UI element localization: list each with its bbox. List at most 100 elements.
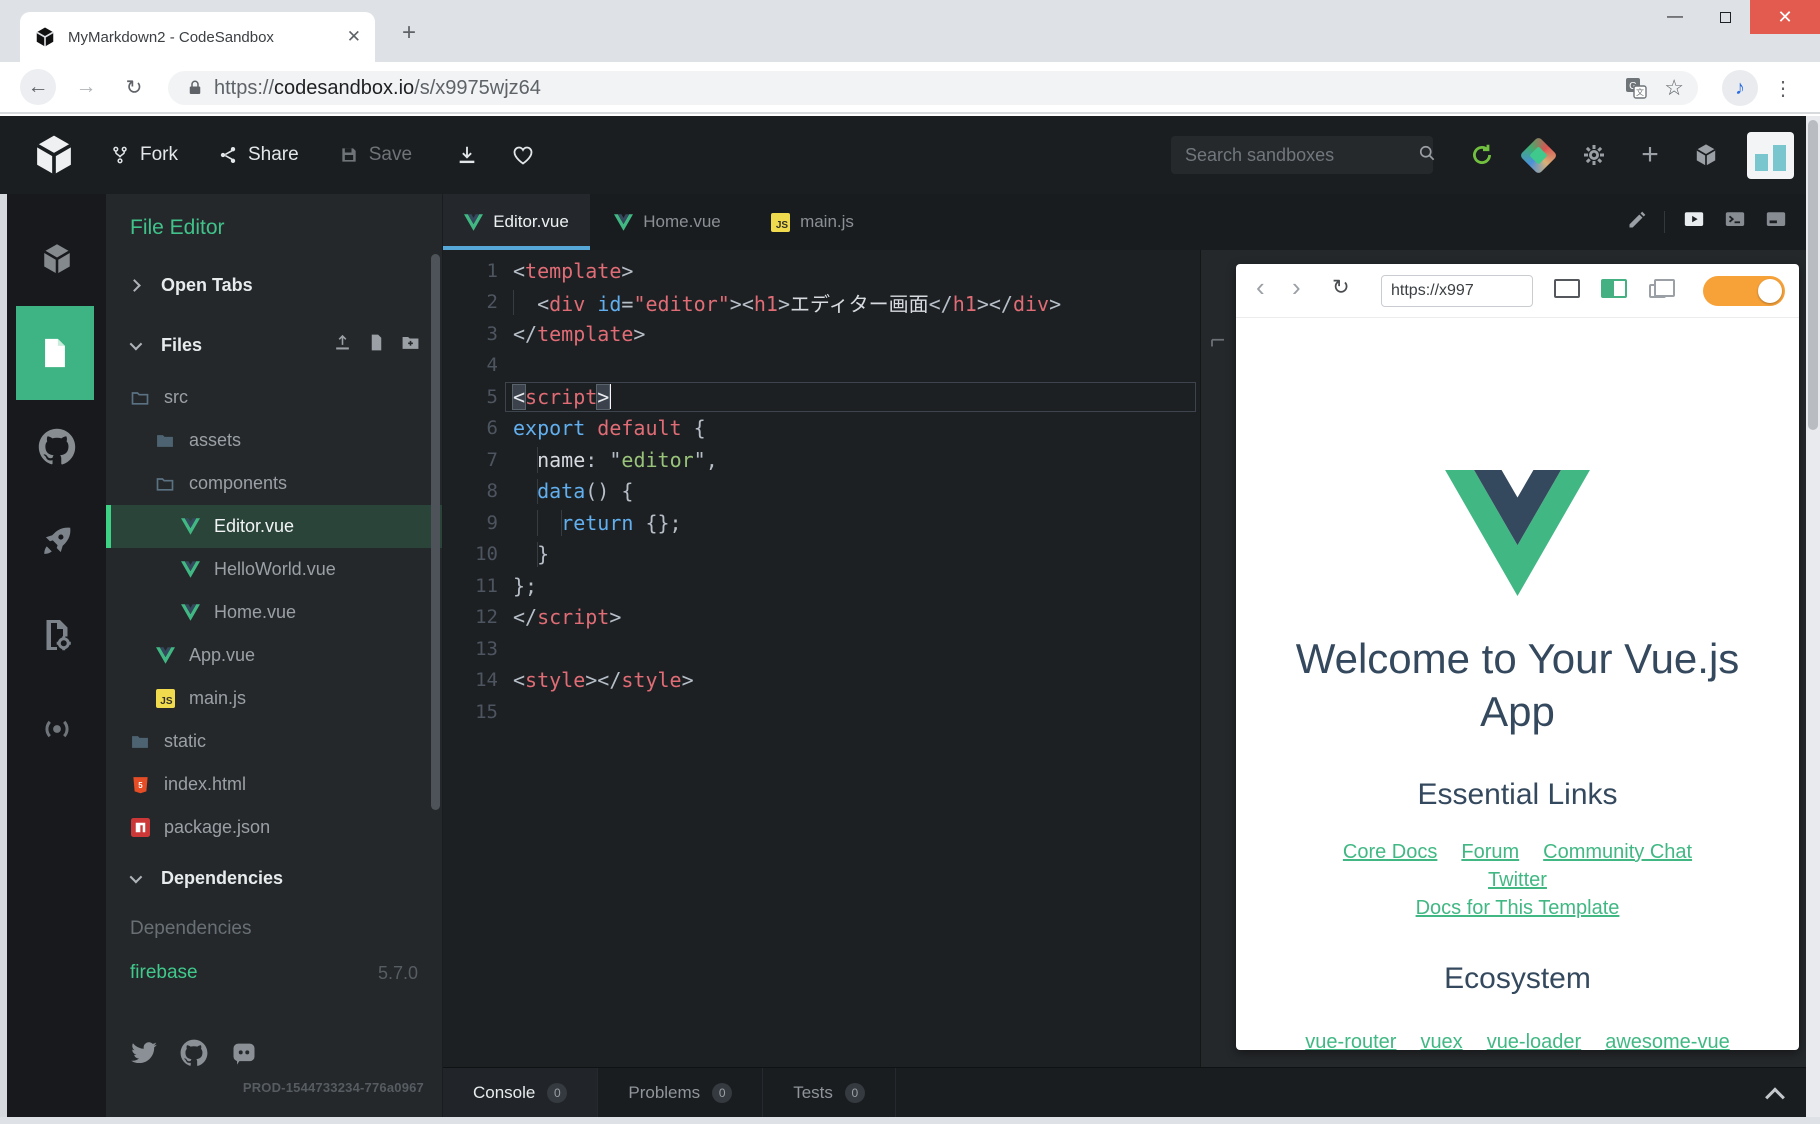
code-line-15[interactable]: 15 (443, 696, 1200, 728)
dock-corner-icon[interactable] (1209, 336, 1227, 354)
preview-link-Community Chat[interactable]: Community Chat (1543, 841, 1692, 863)
file-row-Editor.vue[interactable]: Editor.vue (106, 505, 442, 548)
prettify-pencil-icon[interactable] (1627, 210, 1647, 235)
preview-refresh-icon[interactable]: ↻ (1332, 275, 1350, 300)
github-icon[interactable] (180, 1039, 208, 1072)
bookmark-star-icon[interactable]: ☆ (1664, 75, 1684, 101)
upload-file-icon[interactable] (333, 333, 352, 357)
preview-splitview-icon[interactable] (1601, 279, 1627, 298)
statusbar-expand-chevron-icon[interactable] (1765, 1087, 1785, 1107)
settings-gear-icon[interactable] (1579, 140, 1609, 170)
statusbar-tab-tests[interactable]: Tests0 (763, 1068, 896, 1117)
window-minimize-button[interactable]: — (1650, 0, 1700, 34)
code-line-9[interactable]: 9 return {}; (443, 507, 1200, 539)
preview-forward-icon[interactable]: › (1292, 272, 1301, 303)
code-line-4[interactable]: 4 (443, 350, 1200, 382)
tab-close-icon[interactable]: ✕ (347, 27, 361, 47)
code-line-12[interactable]: 12</script> (443, 602, 1200, 634)
file-row-Home.vue[interactable]: Home.vue (106, 591, 442, 634)
rail-github-icon[interactable] (7, 400, 106, 494)
window-maximize-button[interactable] (1700, 0, 1750, 34)
twitter-icon[interactable] (130, 1039, 158, 1072)
statusbar-tab-console[interactable]: Console0 (443, 1068, 598, 1117)
user-avatar[interactable] (1747, 132, 1794, 179)
preview-link-vue-loader[interactable]: vue-loader (1487, 1031, 1582, 1050)
file-row-assets[interactable]: assets (106, 419, 442, 462)
code-line-8[interactable]: 8 data() { (443, 476, 1200, 508)
code-line-10[interactable]: 10 } (443, 539, 1200, 571)
browser-preview-toggle-icon[interactable] (1682, 209, 1706, 236)
code-line-5[interactable]: 5<script> (443, 381, 1200, 413)
new-folder-icon[interactable] (401, 333, 420, 357)
terminal-toggle-icon[interactable] (1723, 209, 1747, 236)
preview-link-awesome-vue[interactable]: awesome-vue (1605, 1031, 1730, 1050)
preview-link-vuex[interactable]: vuex (1420, 1031, 1462, 1050)
preview-url-input[interactable] (1381, 275, 1533, 307)
statusbar-tab-problems[interactable]: Problems0 (598, 1068, 763, 1117)
save-button[interactable]: Save (339, 144, 412, 166)
explorer-scrollbar[interactable] (431, 254, 440, 810)
extension-diamond-icon[interactable] (1523, 140, 1553, 170)
dependency-row-firebase[interactable]: firebase5.7.0 (106, 956, 442, 990)
refresh-icon[interactable] (1467, 140, 1497, 170)
file-row-HelloWorld.vue[interactable]: HelloWorld.vue (106, 548, 442, 591)
preview-link-Core Docs[interactable]: Core Docs (1343, 841, 1437, 863)
file-row-static[interactable]: static (106, 720, 442, 763)
share-button[interactable]: Share (218, 144, 299, 166)
page-scrollbar-thumb[interactable] (1808, 120, 1818, 430)
editor-tab-main.js[interactable]: JSmain.js (745, 194, 880, 250)
browser-menu-icon[interactable]: ⋮ (1768, 70, 1798, 106)
file-row-package.json[interactable]: package.json (106, 806, 442, 849)
file-row-src[interactable]: src (106, 376, 442, 419)
files-section[interactable]: Files (106, 324, 442, 366)
open-tabs-section[interactable]: Open Tabs (106, 264, 442, 306)
translate-icon[interactable]: G文 (1624, 76, 1648, 100)
window-close-button[interactable]: ✕ (1750, 0, 1820, 34)
browser-back-button[interactable]: ← (20, 69, 56, 105)
code-line-13[interactable]: 13 (443, 633, 1200, 665)
code-line-14[interactable]: 14<style></style> (443, 665, 1200, 697)
browser-forward-button[interactable]: → (68, 69, 104, 105)
file-row-App.vue[interactable]: App.vue (106, 634, 442, 677)
preview-link-Twitter[interactable]: Twitter (1488, 869, 1547, 891)
fork-button[interactable]: Fork (110, 144, 178, 166)
preview-link-vue-router[interactable]: vue-router (1305, 1031, 1396, 1050)
preview-link-Docs for This Template[interactable]: Docs for This Template (1416, 897, 1620, 919)
code-line-7[interactable]: 7 name: "editor", (443, 444, 1200, 476)
editor-tab-Home.vue[interactable]: Home.vue (590, 194, 745, 250)
code-line-3[interactable]: 3</template> (443, 318, 1200, 350)
editor-layout-toggle-icon[interactable] (1764, 209, 1788, 236)
like-heart-icon[interactable] (508, 140, 538, 170)
address-bar[interactable]: https://codesandbox.io/s/x9975wjz64 G文 ☆ (168, 71, 1698, 105)
code-line-1[interactable]: 1<template> (443, 255, 1200, 287)
code-line-2[interactable]: 2 <div id="editor"><h1>エディター画面</h1></div… (443, 287, 1200, 319)
preview-back-icon[interactable]: ‹ (1256, 272, 1265, 303)
preview-link-Forum[interactable]: Forum (1461, 841, 1519, 863)
rail-deployment-rocket-icon[interactable] (7, 494, 106, 588)
new-sandbox-plus-icon[interactable]: + (1635, 140, 1665, 170)
code-editor[interactable]: 1<template>2 <div id="editor"><h1>エディター画… (443, 250, 1200, 1067)
preview-live-toggle[interactable] (1703, 276, 1785, 306)
editor-tab-Editor.vue[interactable]: Editor.vue (443, 194, 590, 250)
sandbox-cube-icon[interactable] (1691, 140, 1721, 170)
discord-icon[interactable] (230, 1039, 258, 1072)
rail-sandbox-info-icon[interactable] (7, 212, 106, 306)
codesandbox-logo-icon[interactable] (32, 132, 76, 178)
new-file-icon[interactable] (367, 333, 386, 357)
new-tab-button[interactable]: + (392, 16, 426, 50)
rail-configuration-icon[interactable] (7, 588, 106, 682)
search-input[interactable] (1185, 145, 1417, 166)
file-row-index.html[interactable]: 5index.html (106, 763, 442, 806)
dependencies-section[interactable]: Dependencies (106, 857, 442, 899)
file-row-main.js[interactable]: JSmain.js (106, 677, 442, 720)
download-icon[interactable] (452, 140, 482, 170)
file-row-components[interactable]: components (106, 462, 442, 505)
code-line-11[interactable]: 11}; (443, 570, 1200, 602)
code-line-6[interactable]: 6export default { (443, 413, 1200, 445)
profile-avatar[interactable]: ♪ (1722, 70, 1758, 106)
rail-file-editor-icon[interactable] (16, 306, 94, 400)
rail-live-icon[interactable] (7, 682, 106, 776)
preview-monitor-icon[interactable] (1554, 279, 1580, 298)
preview-duplicate-icon[interactable] (1649, 284, 1666, 298)
browser-reload-button[interactable]: ↻ (116, 69, 152, 105)
